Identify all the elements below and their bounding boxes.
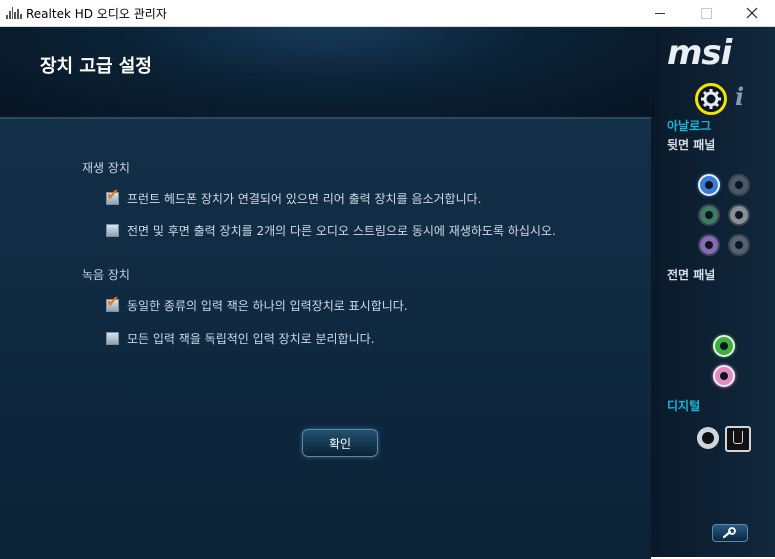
checkbox[interactable] [106, 224, 119, 237]
msi-logo: msi [667, 33, 732, 73]
front-jack-green[interactable] [713, 335, 735, 357]
recording-option-combine-inputs[interactable]: ✔ 동일한 종류의 입력 잭은 하나의 입력장치로 표시합니다. [106, 294, 408, 314]
playback-option-dual-stream[interactable]: 전면 및 후면 출력 장치를 2개의 다른 오디오 스트림으로 동시에 재생하도… [106, 222, 556, 239]
gear-icon [701, 89, 721, 109]
recording-section-label: 녹음 장치 [82, 268, 130, 282]
close-button[interactable] [729, 0, 775, 26]
window-titlebar: Realtek HD 오디오 관리자 [0, 0, 775, 27]
checkmark-icon: ✔ [106, 185, 120, 204]
rear-jack-dark-gray[interactable] [728, 234, 750, 256]
rear-jack-blue[interactable] [698, 174, 720, 196]
rear-panel-label: 뒷면 패널 [667, 138, 716, 152]
minimize-button[interactable] [637, 0, 683, 26]
checkbox[interactable] [106, 332, 119, 345]
info-icon[interactable]: i [735, 82, 744, 111]
sidebar: msi i 아날로그 뒷면 패널 전면 패널 디지털 [655, 27, 775, 557]
playback-section-label: 재생 장치 [82, 161, 130, 175]
wrench-button[interactable] [712, 524, 748, 542]
checkbox[interactable]: ✔ [106, 187, 119, 205]
close-icon [746, 7, 758, 19]
app-content: 장치 고급 설정 재생 장치 ✔ 프런트 헤드폰 장치가 연결되어 있으면 리어… [0, 27, 775, 559]
checkbox-label: 프런트 헤드폰 장치가 연결되어 있으면 리어 출력 장치를 음소거합니다. [127, 192, 482, 206]
rear-jack-purple[interactable] [698, 234, 720, 256]
settings-panel: 재생 장치 ✔ 프런트 헤드폰 장치가 연결되어 있으면 리어 출력 장치를 음… [0, 117, 651, 559]
rear-jack-gray[interactable] [728, 174, 750, 196]
settings-gear-button[interactable] [695, 83, 727, 115]
speaker-icon [6, 7, 22, 19]
window-title: Realtek HD 오디오 관리자 [26, 7, 167, 21]
front-jack-pink[interactable] [713, 365, 735, 387]
optical-port-icon[interactable] [725, 426, 751, 452]
checkbox[interactable]: ✔ [106, 294, 119, 312]
analog-label: 아날로그 [667, 119, 712, 133]
rear-jack-silver[interactable] [728, 204, 750, 226]
recording-option-separate-inputs[interactable]: 모든 입력 잭을 독립적인 입력 장치로 분리합니다. [106, 330, 375, 347]
checkbox-label: 모든 입력 잭을 독립적인 입력 장치로 분리합니다. [127, 332, 375, 346]
rear-jack-green[interactable] [698, 204, 720, 226]
page-title: 장치 고급 설정 [40, 56, 152, 77]
page-header: 장치 고급 설정 [0, 27, 655, 117]
playback-option-mute-rear[interactable]: ✔ 프런트 헤드폰 장치가 연결되어 있으면 리어 출력 장치를 음소거합니다. [106, 187, 482, 207]
wrench-icon [723, 527, 736, 539]
ok-button[interactable]: 확인 [302, 429, 378, 457]
checkbox-label: 동일한 종류의 입력 잭은 하나의 입력장치로 표시합니다. [127, 299, 408, 313]
maximize-button[interactable] [683, 0, 729, 26]
digital-label: 디지털 [667, 399, 701, 413]
checkbox-label: 전면 및 후면 출력 장치를 2개의 다른 오디오 스트림으로 동시에 재생하도… [127, 224, 556, 238]
front-panel-label: 전면 패널 [667, 268, 716, 282]
checkmark-icon: ✔ [106, 292, 120, 311]
coaxial-port-icon[interactable] [697, 427, 719, 449]
